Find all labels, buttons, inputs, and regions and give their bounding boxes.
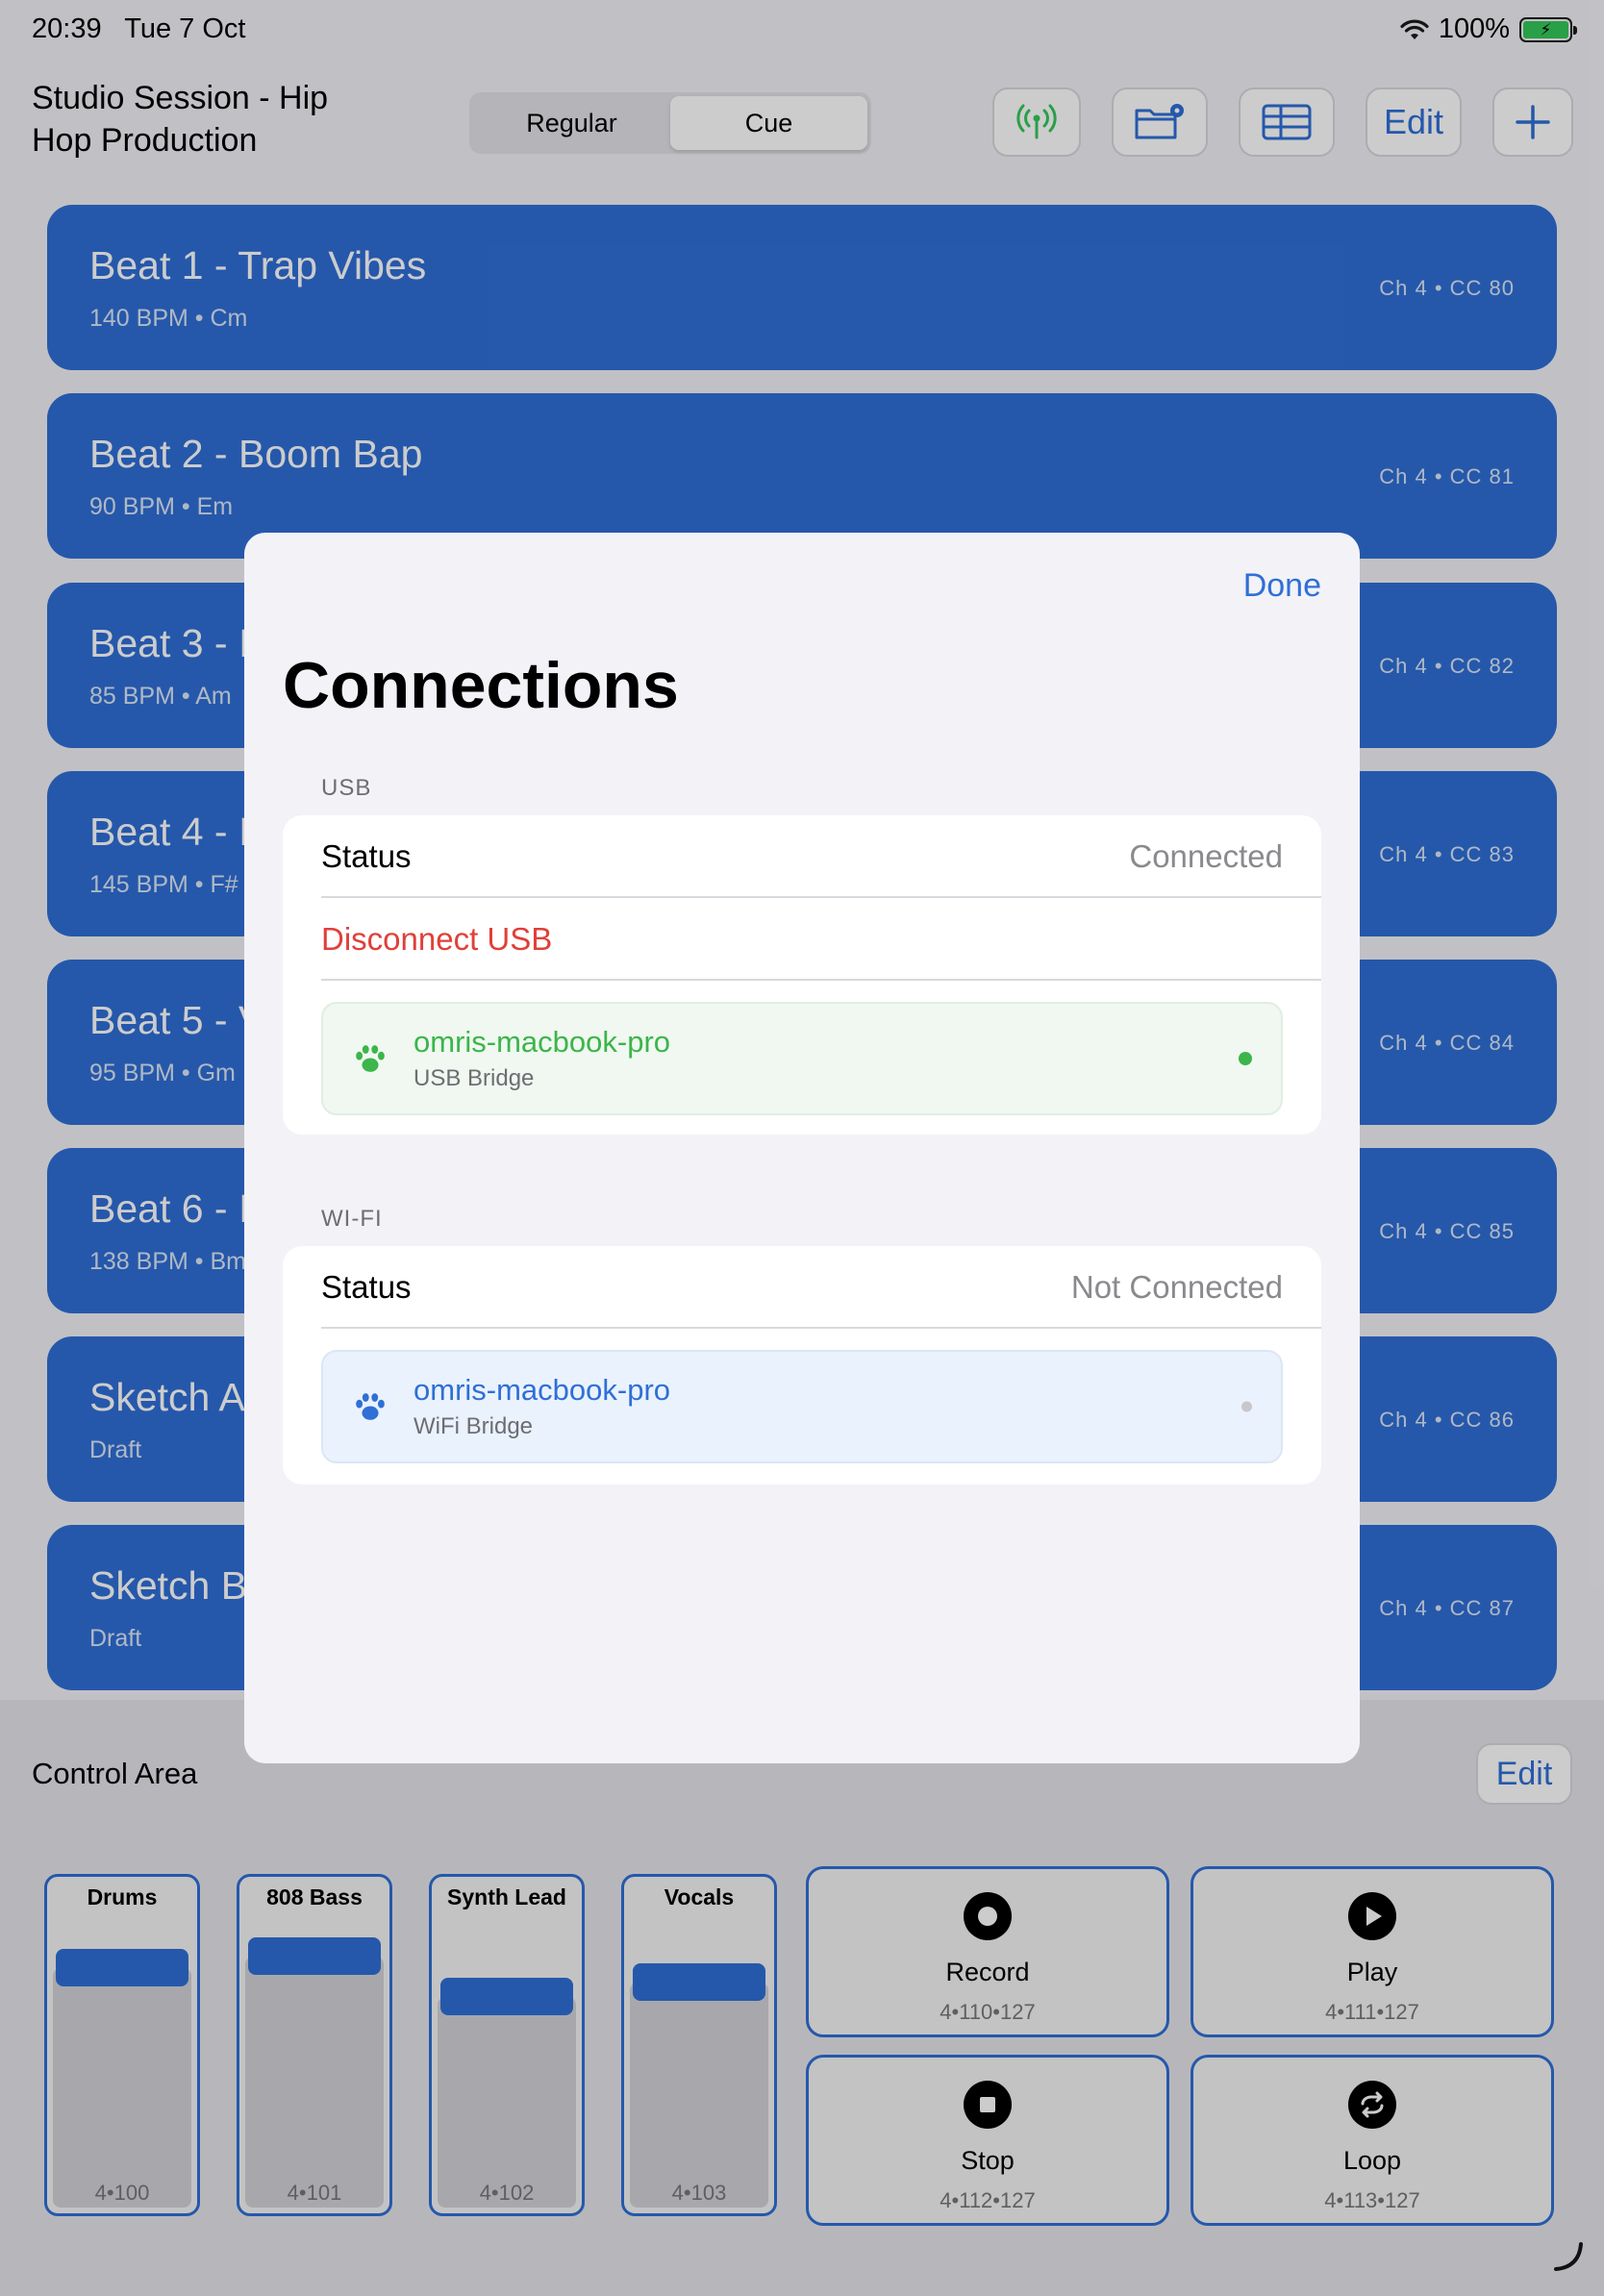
status-label: Status	[321, 838, 412, 874]
paw-icon	[356, 1045, 385, 1072]
wifi-group: Status Not Connected omris-macbook-pro W…	[283, 1246, 1321, 1485]
paw-icon	[356, 1393, 385, 1420]
connections-modal: Done Connections USB Status Connected Di…	[244, 533, 1360, 1763]
wifi-device-card[interactable]: omris-macbook-pro WiFi Bridge	[321, 1350, 1283, 1463]
device-text: omris-macbook-pro USB Bridge	[414, 1025, 670, 1092]
device-kind: USB Bridge	[414, 1065, 535, 1091]
usb-group: Status Connected Disconnect USB omris-ma…	[283, 815, 1321, 1135]
device-kind: WiFi Bridge	[414, 1413, 534, 1439]
usb-status-value: Connected	[1129, 838, 1283, 874]
row-divider	[321, 1327, 1321, 1329]
usb-section-header: USB	[321, 775, 372, 801]
wifi-section-header: WI-FI	[321, 1206, 383, 1232]
modal-title: Connections	[283, 649, 679, 722]
disconnect-usb-button[interactable]: Disconnect USB	[321, 921, 552, 958]
device-name: omris-macbook-pro	[414, 1373, 671, 1407]
usb-device-card[interactable]: omris-macbook-pro USB Bridge	[321, 1002, 1283, 1115]
wifi-status-row: Status Not Connected	[283, 1246, 1321, 1329]
disconnect-usb-row[interactable]: Disconnect USB	[283, 898, 1321, 981]
done-button[interactable]: Done	[1243, 567, 1321, 605]
wifi-status-value: Not Connected	[1070, 1269, 1283, 1305]
disconnected-dot-icon	[1241, 1401, 1252, 1412]
device-text: omris-macbook-pro WiFi Bridge	[414, 1373, 670, 1440]
device-name: omris-macbook-pro	[414, 1025, 671, 1059]
row-divider	[321, 979, 1321, 981]
connected-dot-icon	[1239, 1052, 1252, 1065]
status-label: Status	[321, 1269, 412, 1305]
resize-handle-icon[interactable]	[1552, 2240, 1585, 2273]
usb-status-row: Status Connected	[283, 815, 1321, 898]
